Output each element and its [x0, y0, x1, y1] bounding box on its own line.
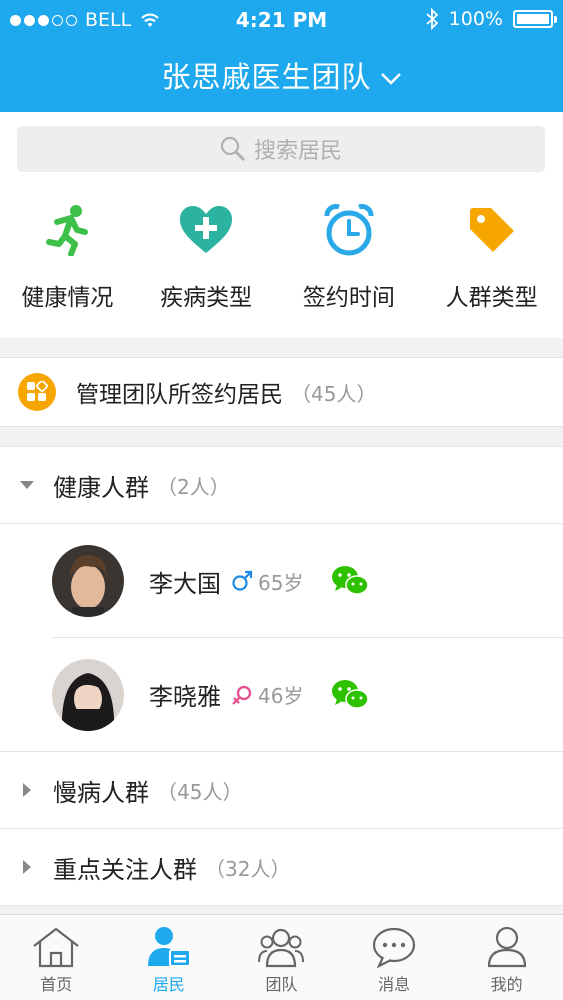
group-chronic[interactable]: 慢病人群 （45人）: [0, 752, 563, 829]
apps-icon: [18, 373, 56, 411]
tag-icon: [469, 208, 514, 252]
group-name: 重点关注人群: [53, 855, 197, 884]
category-health-status[interactable]: 健康情况: [0, 200, 135, 312]
tab-label: 消息: [378, 975, 411, 994]
message-icon: [372, 927, 416, 968]
avatar: [52, 545, 124, 617]
resident-name: 李大国: [149, 569, 221, 598]
search-input[interactable]: 搜索居民: [17, 126, 545, 172]
category-label: 签约时间: [302, 285, 395, 311]
bluetooth-icon: [426, 8, 438, 30]
female-icon: [232, 685, 252, 705]
status-bar: BELL 4:21 PM 100%: [0, 0, 563, 40]
search-icon: [220, 136, 246, 162]
tab-label: 首页: [40, 975, 73, 994]
tab-residents[interactable]: 居民: [113, 915, 226, 1000]
bottom-tab-bar: 首页 居民 团队 消息 我的: [0, 914, 563, 1000]
category-disease-type[interactable]: 疾病类型: [135, 200, 278, 312]
profile-icon: [487, 926, 526, 968]
app-header: BELL 4:21 PM 100% 张思戚医生团队: [0, 0, 563, 112]
managed-residents-bar[interactable]: 管理团队所签约居民 （45人）: [0, 357, 563, 427]
resident-group-list: 健康人群 （2人） 李大国 65岁 李晓雅 46岁 慢病人群 （45人） 重点关…: [0, 446, 563, 906]
tab-team[interactable]: 团队: [225, 915, 338, 1000]
tab-label: 我的: [490, 975, 523, 994]
managed-label: 管理团队所签约居民: [76, 382, 283, 408]
resident-icon: [147, 927, 191, 967]
avatar: [52, 658, 124, 731]
tab-profile[interactable]: 我的: [450, 915, 563, 1000]
group-count: （32人）: [205, 856, 291, 881]
resident-age: 46岁: [258, 684, 304, 708]
tab-messages[interactable]: 消息: [338, 915, 451, 1000]
search-placeholder: 搜索居民: [253, 139, 342, 164]
team-icon: [258, 928, 305, 968]
group-count: （45人）: [157, 779, 243, 804]
wechat-icon[interactable]: [331, 679, 370, 711]
tab-label: 团队: [265, 975, 298, 994]
caret-right-icon: [22, 783, 31, 797]
category-label: 疾病类型: [160, 285, 253, 311]
category-sign-time[interactable]: 签约时间: [278, 200, 421, 312]
group-healthy[interactable]: 健康人群 （2人）: [0, 447, 563, 524]
group-name: 健康人群: [53, 473, 149, 502]
alarm-clock-icon: [324, 204, 374, 256]
category-label: 健康情况: [21, 285, 114, 311]
category-label: 人群类型: [445, 285, 538, 311]
resident-name: 李晓雅: [149, 683, 221, 711]
battery-percent: 100%: [448, 8, 503, 30]
group-name: 慢病人群: [53, 778, 149, 807]
status-right: 100%: [425, 8, 557, 30]
resident-age: 65岁: [258, 570, 304, 595]
team-title: 张思戚医生团队: [161, 60, 372, 94]
chevron-down-icon: [380, 73, 401, 85]
male-icon: [232, 570, 253, 591]
group-count: （2人）: [157, 474, 230, 499]
managed-count: （45人）: [291, 381, 377, 406]
filter-categories: 健康情况 疾病类型 签约时间 人群类型: [0, 200, 563, 312]
running-person-icon: [46, 205, 89, 256]
team-selector[interactable]: 张思戚医生团队: [0, 54, 563, 96]
battery-icon: [513, 10, 557, 28]
home-icon: [33, 927, 79, 968]
wechat-icon[interactable]: [331, 565, 370, 597]
tab-home[interactable]: 首页: [0, 915, 113, 1000]
caret-right-icon: [22, 860, 31, 874]
resident-row[interactable]: 李晓雅 46岁: [0, 638, 563, 752]
tab-label: 居民: [152, 975, 185, 994]
resident-row[interactable]: 李大国 65岁: [0, 524, 563, 638]
category-population-type[interactable]: 人群类型: [420, 200, 563, 312]
heart-plus-icon: [180, 206, 233, 253]
group-key-focus[interactable]: 重点关注人群 （32人）: [0, 829, 563, 906]
caret-down-icon: [19, 481, 34, 489]
